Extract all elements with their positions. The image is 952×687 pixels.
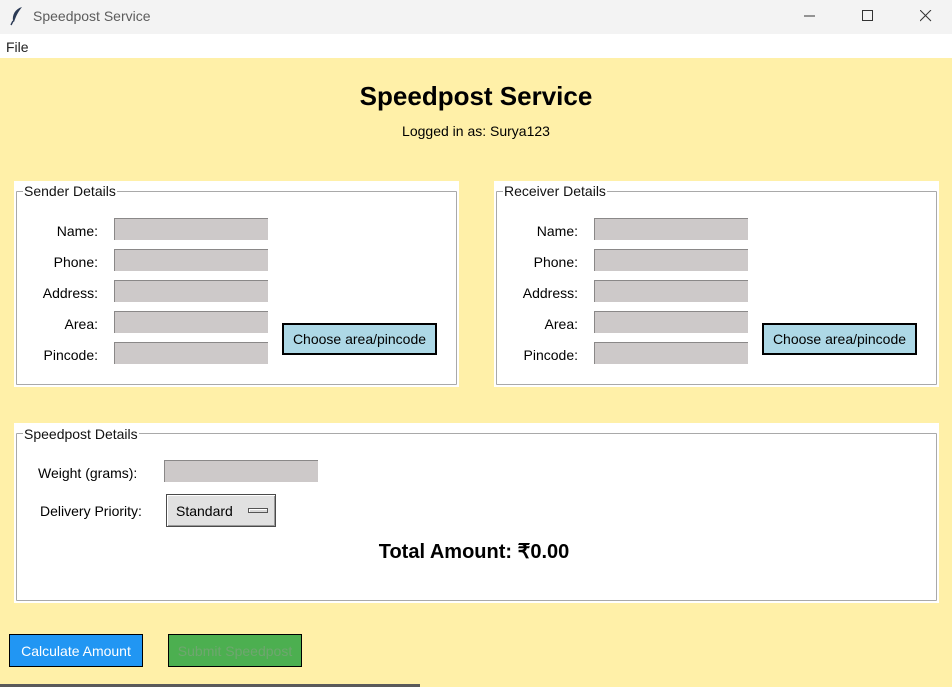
- sender-name-input[interactable]: [114, 218, 268, 240]
- menu-bar: File: [0, 35, 952, 58]
- speedpost-panel: Speedpost Details Weight (grams): Delive…: [14, 423, 939, 603]
- sender-phone-input[interactable]: [114, 249, 268, 271]
- dropdown-indicator-icon: [248, 508, 268, 513]
- receiver-name-label: Name:: [536, 223, 578, 239]
- receiver-pincode-label: Pincode:: [523, 347, 578, 363]
- speedpost-legend: Speedpost Details: [23, 426, 139, 442]
- sender-pincode-input[interactable]: [114, 342, 268, 364]
- sender-area-label: Area:: [64, 316, 98, 332]
- priority-label: Delivery Priority:: [40, 503, 142, 519]
- main-content: Speedpost Service Logged in as: Surya123…: [0, 58, 952, 687]
- priority-dropdown[interactable]: Standard: [166, 494, 276, 527]
- maximize-button[interactable]: [845, 0, 891, 32]
- receiver-address-input[interactable]: [594, 280, 748, 302]
- feather-icon: [10, 7, 22, 26]
- minimize-icon: [804, 15, 815, 17]
- submit-speedpost-button[interactable]: Submit Speedpost: [168, 634, 302, 667]
- receiver-panel: Receiver Details Name: Phone: Address: A…: [494, 181, 939, 387]
- weight-input[interactable]: [164, 460, 318, 482]
- sender-address-label: Address:: [42, 285, 98, 301]
- close-button[interactable]: [903, 0, 949, 32]
- receiver-pincode-input[interactable]: [594, 342, 748, 364]
- sender-legend: Sender Details: [23, 183, 117, 199]
- receiver-name-input[interactable]: [594, 218, 748, 240]
- receiver-area-label: Area:: [544, 316, 578, 332]
- sender-area-input[interactable]: [114, 311, 268, 333]
- receiver-address-label: Address:: [522, 285, 578, 301]
- minimize-button[interactable]: [787, 0, 833, 32]
- receiver-area-input[interactable]: [594, 311, 748, 333]
- menu-file[interactable]: File: [6, 39, 29, 55]
- sender-name-label: Name:: [56, 223, 98, 239]
- sender-address-input[interactable]: [114, 280, 268, 302]
- total-amount: Total Amount: ₹0.00: [378, 541, 570, 563]
- sender-phone-label: Phone:: [53, 254, 98, 270]
- calculate-amount-button[interactable]: Calculate Amount: [9, 634, 143, 667]
- receiver-choose-area-button[interactable]: Choose area/pincode: [762, 323, 917, 355]
- logged-in-status: Logged in as: Surya123: [402, 123, 550, 139]
- receiver-phone-input[interactable]: [594, 249, 748, 271]
- window-title: Speedpost Service: [33, 8, 151, 24]
- weight-label: Weight (grams):: [38, 465, 138, 481]
- priority-value: Standard: [176, 502, 233, 519]
- page-title: Speedpost Service: [359, 81, 593, 111]
- sender-pincode-label: Pincode:: [43, 347, 98, 363]
- sender-panel: Sender Details Name: Phone: Address: Are…: [14, 181, 459, 387]
- maximize-icon: [862, 10, 873, 21]
- sender-choose-area-button[interactable]: Choose area/pincode: [282, 323, 437, 355]
- receiver-phone-label: Phone:: [533, 254, 578, 270]
- speedpost-frame: [16, 433, 937, 601]
- receiver-legend: Receiver Details: [503, 183, 607, 199]
- close-icon: [920, 10, 932, 22]
- title-bar: Speedpost Service: [0, 0, 952, 34]
